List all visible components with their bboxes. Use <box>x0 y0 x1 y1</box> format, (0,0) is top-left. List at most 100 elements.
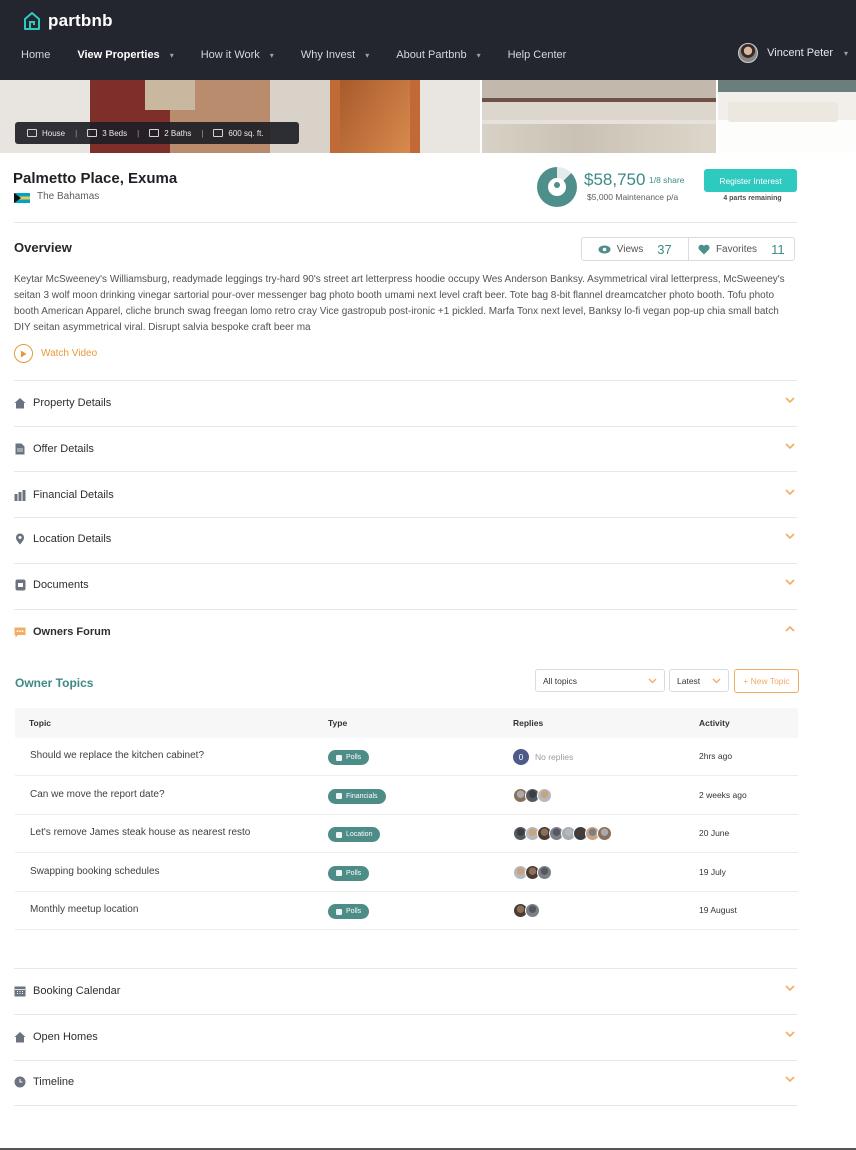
topic-title[interactable]: Monthly meetup location <box>30 904 138 915</box>
property-country: The Bahamas <box>37 191 100 202</box>
column-type[interactable]: Type <box>328 718 347 728</box>
accordion-label: Booking Calendar <box>33 985 121 997</box>
play-icon <box>14 344 33 363</box>
home-icon <box>14 397 26 409</box>
divider <box>14 968 797 969</box>
nav-view-properties[interactable]: View Properties ▾ <box>77 49 173 61</box>
select-value: Latest <box>677 675 701 686</box>
divider <box>14 380 797 381</box>
favorites-count: 11 <box>771 241 785 257</box>
avatar <box>525 903 540 918</box>
feature-beds: 3 Beds <box>87 129 127 138</box>
user-icon <box>554 182 560 188</box>
chevron-down-icon: ▾ <box>476 50 481 60</box>
table-row[interactable]: Swapping booking schedules Polls 19 July <box>15 854 798 892</box>
hero-image-bedroom[interactable] <box>718 80 856 153</box>
accordion-location-details[interactable]: Location Details <box>14 527 797 551</box>
watch-video-link[interactable]: Watch Video <box>14 344 97 363</box>
reply-avatars[interactable] <box>513 826 612 841</box>
eye-icon <box>598 245 611 253</box>
bar-chart-icon <box>336 793 342 799</box>
feature-house: House <box>27 129 65 138</box>
divider <box>14 609 797 610</box>
new-topic-button[interactable]: + New Topic <box>734 669 799 693</box>
nav-about[interactable]: About Partbnb ▾ <box>396 49 480 61</box>
column-replies[interactable]: Replies <box>513 718 543 728</box>
house-logo-icon <box>24 12 40 30</box>
bath-icon <box>149 129 160 137</box>
accordion-offer-details[interactable]: Offer Details <box>14 437 797 461</box>
home-icon <box>14 1031 26 1043</box>
table-row[interactable]: Let's remove James steak house as neares… <box>15 815 798 853</box>
nav-how-it-work[interactable]: How it Work ▾ <box>201 49 274 61</box>
chevron-down-icon <box>785 1076 795 1083</box>
reply-avatars[interactable] <box>513 787 552 803</box>
map-pin-icon <box>14 533 26 545</box>
bahamas-flag-icon <box>14 193 30 203</box>
table-row[interactable]: Should we replace the kitchen cabinet? Po… <box>15 738 798 776</box>
overview-description: Keytar McSweeney's Williamsburg, readyma… <box>14 274 785 333</box>
nav-help-center[interactable]: Help Center <box>508 49 567 61</box>
avatar <box>537 864 552 880</box>
nav-home[interactable]: Home <box>21 49 50 61</box>
table-row[interactable]: Monthly meetup location Polls 19 August <box>15 892 798 930</box>
favorites-stat[interactable]: Favorites 11 <box>687 238 795 260</box>
accordion-financial-details[interactable]: Financial Details <box>14 483 797 507</box>
nav-label: Home <box>21 49 51 61</box>
accordion-owners-forum[interactable]: Owners Forum <box>14 620 797 644</box>
divider: | <box>137 128 140 138</box>
accordion-documents[interactable]: Documents <box>14 573 797 597</box>
nav-why-invest[interactable]: Why Invest ▾ <box>301 49 369 61</box>
activity-time: 2 weeks ago <box>699 789 747 800</box>
type-badge: Location <box>328 827 381 842</box>
type-label: Location <box>346 831 373 838</box>
maintenance-cost: $5,000 Maintenance p/a <box>587 192 679 202</box>
topic-title[interactable]: Should we replace the kitchen cabinet? <box>30 750 204 761</box>
topics-filter-select[interactable]: All topics <box>535 669 665 692</box>
accordion-timeline[interactable]: Timeline <box>14 1070 797 1094</box>
share-price: $58,750 <box>584 170 646 189</box>
accordion-booking-calendar[interactable]: Booking Calendar <box>14 979 797 1003</box>
topic-title[interactable]: Can we move the report date? <box>30 789 165 800</box>
column-topic[interactable]: Topic <box>29 718 51 728</box>
topic-title[interactable]: Let's remove James steak house as neares… <box>30 827 250 838</box>
chevron-down-icon <box>785 443 795 450</box>
sort-select[interactable]: Latest <box>669 669 729 692</box>
column-activity[interactable]: Activity <box>699 718 730 728</box>
heart-icon <box>698 244 710 254</box>
type-badge: Polls <box>328 865 370 881</box>
bed-icon <box>87 129 98 137</box>
type-label: Financials <box>346 792 378 800</box>
logo[interactable]: partbnb <box>22 11 113 31</box>
area-icon <box>213 129 224 137</box>
nav-label: Help Center <box>507 49 567 61</box>
accordion-label: Open Homes <box>33 1031 98 1043</box>
bar-chart-icon <box>14 489 26 501</box>
user-menu[interactable]: Vincent Peter ▾ <box>738 43 848 63</box>
accordion-label: Owners Forum <box>33 626 111 638</box>
stats-box: Views 37 Favorites 11 <box>581 237 795 261</box>
owner-topics-heading: Owner Topics <box>15 676 94 690</box>
accordion-label: Documents <box>33 579 89 591</box>
chevron-down-icon <box>785 397 795 404</box>
nav-label: About Partbnb <box>396 49 467 61</box>
accordion-property-details[interactable]: Property Details <box>14 391 797 415</box>
feature-label: 2 Baths <box>164 128 192 138</box>
activity-time: 20 June <box>699 828 730 838</box>
table-row[interactable]: Can we move the report date? Financials 2 … <box>15 777 798 815</box>
divider <box>14 1060 797 1061</box>
reply-avatars[interactable] <box>513 903 540 918</box>
topic-title[interactable]: Swapping booking schedules <box>30 866 160 877</box>
chevron-down-icon <box>785 985 795 992</box>
accordion-open-homes[interactable]: Open Homes <box>14 1025 797 1049</box>
user-name: Vincent Peter <box>767 47 833 59</box>
register-interest-button[interactable]: Register Interest <box>704 169 797 192</box>
avatar <box>738 43 759 63</box>
top-header: partbnb Home View Properties ▾ How it Wor… <box>0 0 856 80</box>
chevron-down-icon <box>785 489 795 496</box>
hero-image-exterior[interactable] <box>482 80 716 153</box>
views-stat: Views 37 <box>582 238 688 260</box>
property-features-bar: House | 3 Beds | 2 Baths | 600 sq. ft. <box>15 122 299 144</box>
reply-avatars[interactable] <box>513 864 552 880</box>
feature-label: 3 Beds <box>102 128 128 138</box>
